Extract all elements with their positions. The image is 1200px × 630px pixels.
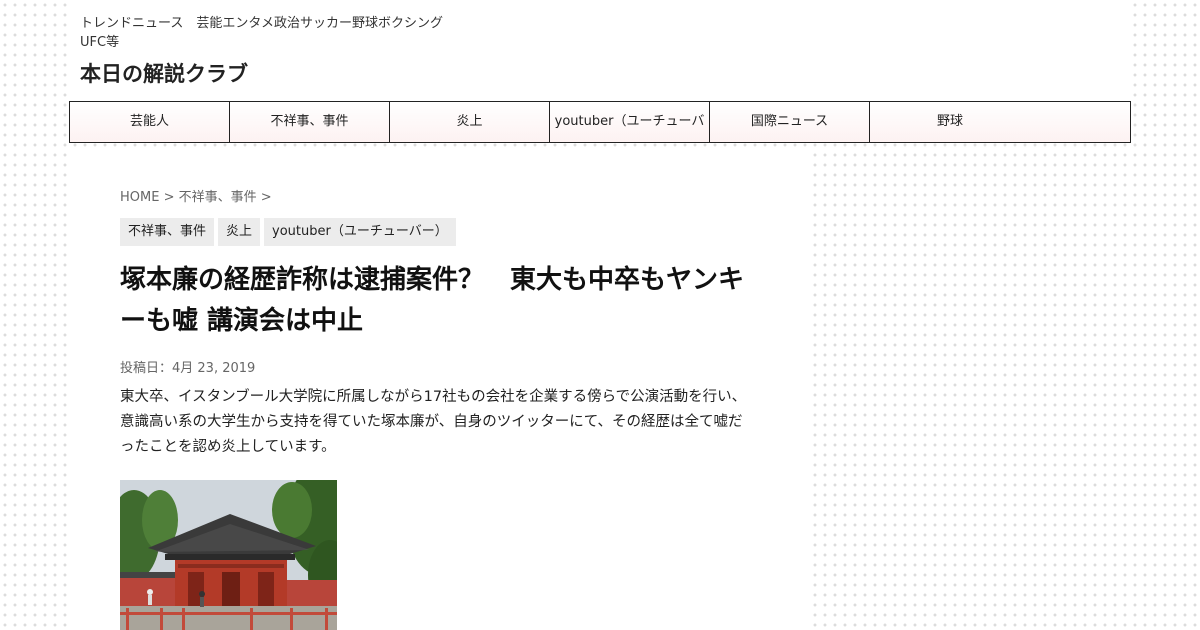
site-title[interactable]: 本日の解説クラブ [80,60,248,88]
category-tags: 不祥事、事件 炎上 youtuber（ユーチューバー） [120,218,456,246]
nav-item-baseball[interactable]: 野球 [870,102,1130,142]
article-thumbnail[interactable] [120,480,337,630]
tag-youtuber[interactable]: youtuber（ユーチューバー） [264,218,456,246]
breadcrumb-home[interactable]: HOME [120,190,159,205]
breadcrumb-separator: > [256,190,272,205]
nav-item-scandals[interactable]: 不祥事、事件 [230,102,390,142]
nav-item-international-news[interactable]: 国際ニュース [710,102,870,142]
article-title[interactable]: 塚本廉の経歴詐称は逮捕案件？ 東大も中卒もヤンキーも嘘 講演会は中止 [120,260,760,342]
article-excerpt: 東大卒、イスタンブール大学院に所属しながら17社もの会社を企業する傍らで公演活動… [120,389,747,455]
breadcrumb-category[interactable]: 不祥事、事件 [179,190,257,205]
breadcrumb: HOME > 不祥事、事件 > [120,186,272,205]
main-nav: 芸能人 不祥事、事件 炎上 youtuber（ユーチューバ 国際ニュース 野球 [69,101,1131,143]
nav-item-flaming[interactable]: 炎上 [390,102,550,142]
breadcrumb-separator: > [159,190,179,205]
main-content: HOME > 不祥事、事件 > 不祥事、事件 炎上 youtuber（ユーチュー… [69,150,813,630]
site-description: トレンドニュース 芸能エンタメ政治サッカー野球ボクシングUFC等 [80,16,443,50]
tag-flaming[interactable]: 炎上 [218,218,261,246]
post-date: 投稿日：4月 23, 2019 [120,361,256,376]
nav-item-youtuber[interactable]: youtuber（ユーチューバ [550,102,710,142]
nav-item-entertainers[interactable]: 芸能人 [70,102,230,142]
red-gate-photo [120,480,337,630]
site-header: トレンドニュース 芸能エンタメ政治サッカー野球ボクシングUFC等 本日の解説クラ… [69,0,1131,101]
tag-scandals[interactable]: 不祥事、事件 [120,218,215,246]
